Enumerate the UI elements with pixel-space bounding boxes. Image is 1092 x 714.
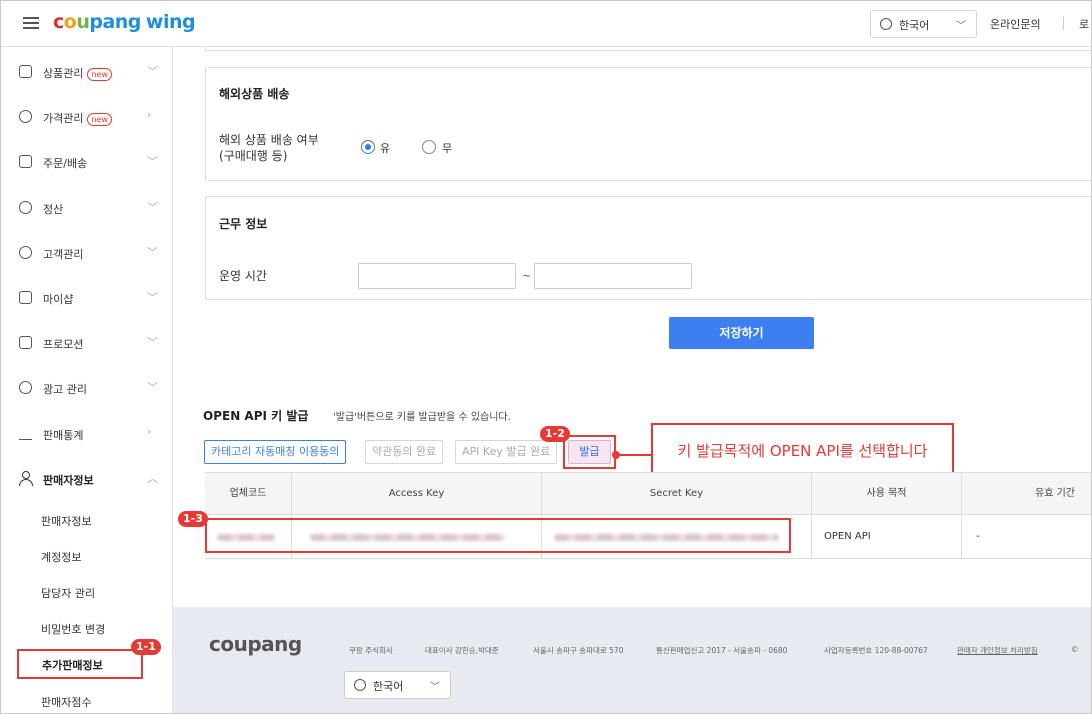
footer-address: 서울시 송파구 송파대로 570 <box>533 646 624 655</box>
chevron-down-icon: ﹀ <box>147 336 158 349</box>
step-badge-1-3: 1-3 <box>178 511 208 527</box>
footer-language-select[interactable]: 한국어 ﹀ <box>344 671 451 699</box>
footer-ceo: 대표이사 강한승,박대준 <box>425 646 499 655</box>
top-header: coupang wing 한국어 ﹀ 온라인문의 로 <box>1 1 1091 47</box>
chevron-down-icon: ﹀ <box>956 21 966 32</box>
sidebar-item-orders[interactable]: 주문/배송 ﹀ <box>1 151 173 175</box>
subitem-seller-score[interactable]: 판매자점수 <box>41 694 92 710</box>
globe-icon <box>354 679 366 691</box>
footer-copyright: © <box>1071 645 1079 654</box>
column-header-vendor-code: 업체코드 <box>205 473 292 515</box>
sidebar-item-stats[interactable]: 판매통계 › <box>1 423 173 447</box>
cell-validity: - <box>976 531 980 542</box>
header-truncated-link[interactable]: 로 <box>1079 16 1089 32</box>
won-coin-icon <box>19 201 32 214</box>
save-button[interactable]: 저장하기 <box>669 317 814 349</box>
footer-privacy-link[interactable]: 판매자 개인정보 처리방침 <box>957 645 1038 656</box>
issue-button[interactable]: 발급 <box>568 440 611 464</box>
footer-mail-order: 통신판매업신고 2017 - 서울송파 - 0680 <box>656 646 788 655</box>
box-icon <box>19 65 32 78</box>
sidebar: 상품관리 new ﹀ 가격관리 new › 주문/배송 ﹀ 정산 ﹀ 고객관리 ﹀ … <box>1 47 173 713</box>
table-header: 업체코드 Access Key Secret Key 사용 목적 유효 기간 <box>205 473 1091 515</box>
sidebar-item-products[interactable]: 상품관리 new ﹀ <box>1 61 173 85</box>
new-badge: new <box>87 68 113 81</box>
radio-no[interactable] <box>422 140 436 154</box>
smile-icon <box>19 246 32 259</box>
chevron-right-icon: › <box>147 108 152 121</box>
chevron-down-icon: ﹀ <box>147 291 158 304</box>
category-auto-match-consent-button[interactable]: 카테고리 자동매칭 이용동의 <box>204 440 347 464</box>
online-inquiry-link[interactable]: 온라인문의 <box>990 16 1041 32</box>
overseas-shipping-title: 해외상품 배송 <box>219 87 290 101</box>
key-row-highlight <box>205 518 791 553</box>
sidebar-item-pricing[interactable]: 가격관리 new › <box>1 106 173 130</box>
column-header-access-key: Access Key <box>292 473 542 515</box>
header-divider <box>1063 17 1064 30</box>
range-separator: ~ <box>522 269 532 282</box>
operating-hours-label: 운영 시간 <box>219 269 267 283</box>
main-content: 해외상품 배송 해외 상품 배송 여부 (구매대행 등) 유 무 근무 정보 운… <box>173 47 1091 607</box>
chevron-up-icon: ︿ <box>147 472 158 485</box>
pie-icon <box>19 381 32 394</box>
column-header-secret-key: Secret Key <box>542 473 812 515</box>
chevron-down-icon: ﹀ <box>147 65 158 78</box>
terms-agreed-button[interactable]: 약관동의 완료 <box>365 440 444 464</box>
app-window: coupang wing 한국어 ﹀ 온라인문의 로 상품관리 new ﹀ 가격관리… <box>0 0 1092 714</box>
radio-yes-label: 유 <box>380 142 391 155</box>
callout-connector <box>619 454 651 456</box>
coupon-icon <box>19 336 32 349</box>
subitem-account-info[interactable]: 계정정보 <box>41 549 81 565</box>
work-info-title: 근무 정보 <box>219 217 268 231</box>
chevron-down-icon: ﹀ <box>147 246 158 259</box>
chevron-right-icon: › <box>147 425 152 438</box>
open-api-description: '발급'버튼으로 키를 발급받을 수 있습니다. <box>333 412 511 423</box>
menu-icon[interactable] <box>23 17 39 29</box>
callout-box: 키 발급목적에 OPEN API를 선택합니다 <box>651 423 954 479</box>
subitem-manager[interactable]: 담당자 관리 <box>41 585 95 601</box>
sidebar-item-customers[interactable]: 고객관리 ﹀ <box>1 242 173 266</box>
issue-button-highlight: 발급 <box>563 435 616 469</box>
work-info-card: 근무 정보 운영 시간 ~ <box>205 196 1091 300</box>
previous-section-edge <box>205 47 1091 51</box>
chevron-down-icon: ﹀ <box>147 201 158 214</box>
open-api-title: OPEN API 키 발급 <box>203 409 309 423</box>
truck-icon <box>19 155 32 168</box>
overseas-shipping-card: 해외상품 배송 해외 상품 배송 여부 (구매대행 등) 유 무 <box>205 67 1091 181</box>
sidebar-item-myshop[interactable]: 마이샵 ﹀ <box>1 287 173 311</box>
step-badge-1-1: 1-1 <box>131 639 161 655</box>
chevron-down-icon: ﹀ <box>147 155 158 168</box>
subitem-password[interactable]: 비밀번호 변경 <box>41 621 105 637</box>
new-badge: new <box>87 113 113 126</box>
coupang-wing-logo[interactable]: coupang wing <box>53 11 196 33</box>
bar-chart-icon <box>19 427 32 440</box>
operating-hours-end-input[interactable] <box>534 263 692 289</box>
shop-icon <box>19 291 32 304</box>
sidebar-item-promotion[interactable]: 프로모션 ﹀ <box>1 332 173 356</box>
footer-logo: coupang <box>209 632 302 656</box>
chevron-down-icon: ﹀ <box>430 682 440 693</box>
step-badge-1-2: 1-2 <box>540 426 570 442</box>
column-header-purpose: 사용 목적 <box>812 473 962 515</box>
globe-icon <box>880 18 892 30</box>
footer-company: 쿠팡 주식회사 <box>349 646 393 655</box>
overseas-shipping-label: 해외 상품 배송 여부 (구매대행 등) <box>219 133 319 163</box>
cell-purpose: OPEN API <box>812 515 962 559</box>
chevron-down-icon: ﹀ <box>147 381 158 394</box>
language-select[interactable]: 한국어 ﹀ <box>870 10 977 38</box>
sidebar-item-settlement[interactable]: 정산 ﹀ <box>1 197 173 221</box>
subitem-seller-info[interactable]: 판매자정보 <box>41 513 92 529</box>
footer: coupang 쿠팡 주식회사 대표이사 강한승,박대준 서울시 송파구 송파대… <box>173 607 1091 713</box>
sidebar-item-seller-info[interactable]: 판매자정보 ︿ <box>1 468 173 492</box>
radio-yes[interactable] <box>361 140 375 154</box>
column-header-validity: 유효 기간 <box>1035 488 1075 499</box>
person-icon <box>19 471 33 486</box>
subitem-additional-info[interactable]: 추가판매정보 <box>17 649 143 679</box>
sidebar-item-ads[interactable]: 광고 관리 ﹀ <box>1 377 173 401</box>
radio-no-label: 무 <box>442 142 453 155</box>
operating-hours-start-input[interactable] <box>358 263 516 289</box>
footer-biz-no: 사업자등록번호 120-88-00767 <box>824 646 928 655</box>
api-key-issued-button[interactable]: API Key 발급 완료 <box>455 440 558 464</box>
price-tag-icon <box>19 110 32 123</box>
